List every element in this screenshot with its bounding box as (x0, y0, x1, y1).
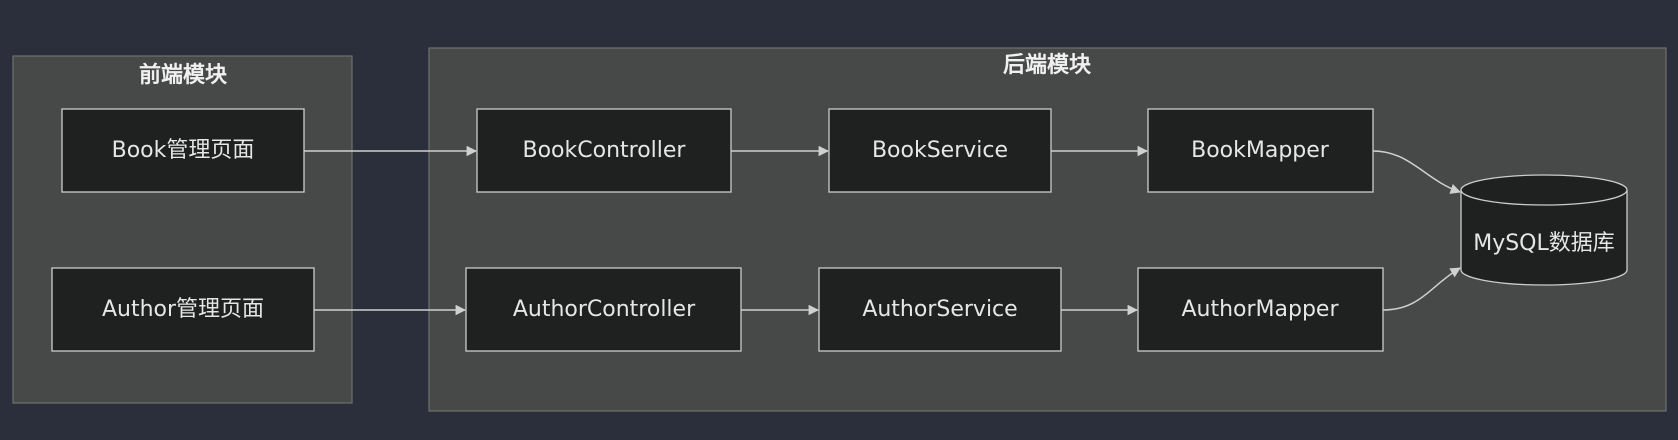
node-book-controller-label: BookController (523, 138, 687, 163)
node-author-controller: AuthorController (465, 267, 742, 352)
node-book-service: BookService (828, 108, 1052, 193)
architecture-diagram: 前端模块 后端模块 Book管理页面 Author管理页面 BookContro… (12, 47, 1667, 412)
node-author-page-label: Author管理页面 (102, 297, 264, 322)
node-author-service: AuthorService (818, 267, 1062, 352)
backend-module-title: 后端模块 (1003, 53, 1092, 78)
node-book-mapper: BookMapper (1147, 108, 1374, 193)
database-label: MySQL数据库 (1473, 231, 1615, 256)
node-author-page: Author管理页面 (51, 267, 315, 352)
node-book-page: Book管理页面 (61, 108, 305, 193)
node-book-mapper-label: BookMapper (1191, 138, 1330, 163)
node-book-service-label: BookService (872, 138, 1008, 163)
frontend-module-title: 前端模块 (139, 62, 228, 88)
node-author-controller-label: AuthorController (513, 297, 696, 322)
node-author-service-label: AuthorService (862, 297, 1017, 322)
node-book-controller: BookController (476, 108, 732, 193)
node-book-page-label: Book管理页面 (112, 138, 255, 163)
node-author-mapper-label: AuthorMapper (1181, 297, 1339, 322)
database-node: MySQL数据库 (1460, 174, 1628, 286)
node-author-mapper: AuthorMapper (1137, 267, 1384, 352)
